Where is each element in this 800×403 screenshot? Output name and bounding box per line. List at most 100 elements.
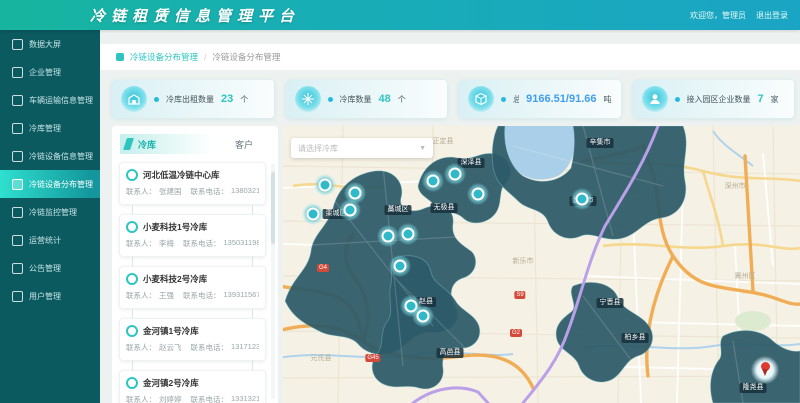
storage-marker-icon[interactable] <box>377 225 399 247</box>
list-item[interactable]: 金河镇1号冷库联系人：赵云飞联系电话：13171234567 <box>119 318 266 361</box>
storage-marker-icon[interactable] <box>444 163 466 185</box>
user-icon <box>12 291 23 302</box>
storage-detail: 联系人：王强联系电话：13931156789 <box>126 290 259 301</box>
storage-title: 小麦科技1号冷库 <box>143 221 207 233</box>
stat-dot-icon <box>328 97 333 102</box>
sidebar-item[interactable]: 用户管理 <box>0 282 100 310</box>
list-item[interactable]: 金河镇2号冷库联系人：刘婷婷联系电话：13313215678 <box>119 370 266 403</box>
user-icon <box>642 86 668 112</box>
contact-label: 联系人： <box>126 342 156 353</box>
sidebar-item[interactable]: 冷链监控管理 <box>0 198 100 226</box>
storage-marker-icon[interactable] <box>412 305 434 327</box>
breadcrumb-current: 冷链设备分布管理 <box>212 51 280 63</box>
sidebar-item[interactable]: 运营统计 <box>0 226 100 254</box>
town-label: 新乐市 <box>513 256 534 266</box>
sidebar-item[interactable]: 企业管理 <box>0 58 100 86</box>
app-title: 冷链租赁信息管理平台 <box>90 5 300 26</box>
storage-marker-icon[interactable] <box>397 223 419 245</box>
storage-detail: 联系人：张建国联系电话：13803211234 <box>126 186 259 197</box>
sidebar-item[interactable]: 公告管理 <box>0 254 100 282</box>
road-badge: G45 <box>365 354 380 362</box>
panel-scrollbar[interactable] <box>271 164 275 399</box>
stat-value: 9166.51/91.66 <box>526 93 596 105</box>
location-pin[interactable] <box>751 356 779 384</box>
map-container[interactable]: 请选择冷库 ▼ 栾城区藁城区无极县深泽县辛集市晋州市赵县宁晋县柏乡县高邑县隆尧县… <box>283 126 800 403</box>
welcome-text: 欢迎您，管理员 <box>690 10 746 21</box>
monitor-icon <box>12 207 23 218</box>
snowflake-icon <box>295 86 321 112</box>
list-item[interactable]: 河北低温冷链中心库联系人：张建国联系电话：13803211234 <box>119 162 266 205</box>
storage-marker-icon[interactable] <box>422 170 444 192</box>
town-label: 冀州区 <box>735 271 756 281</box>
tab-cold-storage[interactable]: 冷库 <box>120 134 218 154</box>
storage-select[interactable]: 请选择冷库 ▼ <box>291 138 433 158</box>
stat-label: 冷库数量 <box>340 94 372 105</box>
sidebar-item[interactable]: 冷链设备分布管理 <box>0 170 100 198</box>
sidebar-item[interactable]: 冷链设备信息管理 <box>0 142 100 170</box>
storage-title: 金河镇2号冷库 <box>143 377 199 389</box>
storage-icon <box>126 273 138 285</box>
stat-value: 48 <box>379 93 391 105</box>
contact-value: 张建国 <box>159 186 182 197</box>
list-item[interactable]: 小麦科技1号冷库联系人：李梅联系电话：13503119876 <box>119 214 266 257</box>
chart-icon <box>12 235 23 246</box>
road-badge: S9 <box>514 291 525 299</box>
storage-marker-icon[interactable] <box>467 183 489 205</box>
district-label: 辛集市 <box>587 138 614 148</box>
storage-detail: 联系人：赵云飞联系电话：13171234567 <box>126 342 259 353</box>
map-icon <box>12 179 23 190</box>
road-badge: G4 <box>317 264 329 272</box>
sidebar-item[interactable]: 数据大屏 <box>0 30 100 58</box>
contact-label: 联系人： <box>126 290 156 301</box>
storage-detail: 联系人：刘婷婷联系电话：13313215678 <box>126 394 259 403</box>
storage-list: 河北低温冷链中心库联系人：张建国联系电话：13803211234 小麦科技1号冷库… <box>119 162 266 403</box>
location-pin-tail <box>762 369 768 376</box>
contact-label: 联系人： <box>126 186 156 197</box>
sidebar-item[interactable]: 冷库管理 <box>0 114 100 142</box>
stat-label: 总容量(吨) <box>513 94 519 105</box>
phone-label: 联系电话： <box>183 238 221 249</box>
contact-value: 王强 <box>159 290 174 301</box>
phone-value: 13931156789 <box>224 290 260 301</box>
warehouse-icon <box>121 86 147 112</box>
storage-marker-icon[interactable] <box>571 188 593 210</box>
sidebar-item-label: 用户管理 <box>29 291 61 302</box>
phone-label: 联系电话： <box>191 342 229 353</box>
district-label: 隆尧县 <box>740 383 767 393</box>
tab-slash-icon <box>123 138 134 150</box>
logout-link[interactable]: 退出登录 <box>756 10 788 21</box>
breadcrumb-tag[interactable]: 冷链设备分布管理 <box>130 51 198 63</box>
sidebar-item-label: 数据大屏 <box>29 39 61 50</box>
list-item-title-row: 金河镇1号冷库 <box>126 325 259 337</box>
breadcrumb: 冷链设备分布管理 / 冷链设备分布管理 <box>100 44 800 70</box>
sidebar-item[interactable]: 车辆运输信息管理 <box>0 86 100 114</box>
sidebar-item-label: 冷链监控管理 <box>29 207 77 218</box>
storage-detail: 联系人：李梅联系电话：13503119876 <box>126 238 259 249</box>
tab-cold-storage-label: 冷库 <box>138 138 156 151</box>
panel-tabs: 冷库 客户 <box>120 133 270 155</box>
tab-customers[interactable]: 客户 <box>218 138 270 151</box>
storage-list-panel: 冷库 客户 河北低温冷链中心库联系人：张建国联系电话：13803211234 小麦… <box>112 126 278 403</box>
chevron-down-icon: ▼ <box>419 145 426 152</box>
storage-title: 小麦科技2号冷库 <box>143 273 207 285</box>
contact-label: 联系人： <box>126 238 156 249</box>
storage-icon <box>126 221 138 233</box>
storage-marker-icon[interactable] <box>302 203 324 225</box>
contact-value: 李梅 <box>159 238 174 249</box>
sidebar-item-label: 冷链设备分布管理 <box>29 179 93 190</box>
storage-marker-icon[interactable] <box>314 174 336 196</box>
stats-row: 冷库出租数量23个冷库数量48个总容量(吨)9166.51/91.66吨接入园区… <box>112 80 794 118</box>
storage-marker-icon[interactable] <box>389 255 411 277</box>
warehouse-icon <box>12 123 23 134</box>
storage-marker-icon[interactable] <box>344 182 366 204</box>
panel-scrollbar-thumb[interactable] <box>271 172 275 244</box>
stat-dot-icon <box>501 97 506 102</box>
district-label: 宁晋县 <box>597 298 624 308</box>
breadcrumb-separator: / <box>204 52 206 62</box>
district-label: 无极县 <box>431 203 458 213</box>
dashboard-icon <box>12 39 23 50</box>
list-item[interactable]: 小麦科技2号冷库联系人：王强联系电话：13931156789 <box>119 266 266 309</box>
storage-icon <box>126 169 138 181</box>
sidebar-item-label: 冷链设备信息管理 <box>29 151 93 162</box>
building-icon <box>12 67 23 78</box>
